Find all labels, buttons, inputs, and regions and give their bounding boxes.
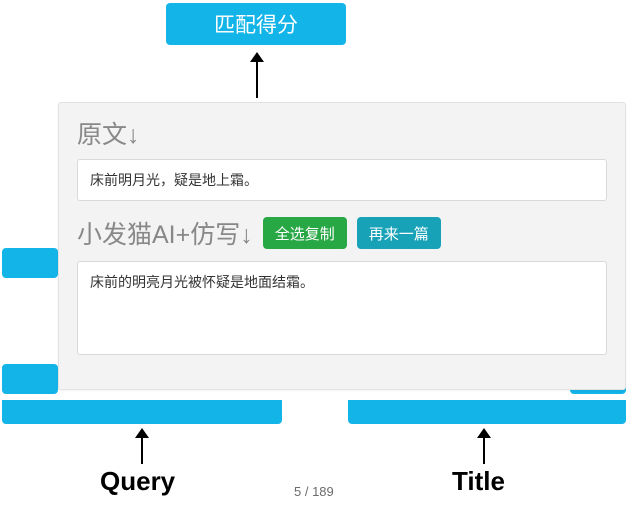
arrow-up-to-score xyxy=(250,52,264,98)
query-bar xyxy=(2,400,282,424)
rewrite-text-input[interactable]: 床前的明亮月光被怀疑是地面结霜。 xyxy=(77,261,607,355)
original-text-input[interactable]: 床前明月光，疑是地上霜。 xyxy=(77,159,607,201)
score-box: 匹配得分 xyxy=(166,3,346,45)
regenerate-button[interactable]: 再来一篇 xyxy=(357,217,441,249)
query-label: Query xyxy=(100,466,175,497)
copy-all-button[interactable]: 全选复制 xyxy=(263,217,347,249)
arrow-up-title xyxy=(477,428,491,464)
arrow-up-query xyxy=(135,428,149,464)
rewrite-card: 原文↓ 床前明月光，疑是地上霜。 小发猫AI+仿写↓ 全选复制 再来一篇 床前的… xyxy=(58,102,626,390)
title-bar xyxy=(348,400,626,424)
regenerate-label: 再来一篇 xyxy=(369,223,429,244)
score-label: 匹配得分 xyxy=(214,9,298,39)
rewrite-title-row: 小发猫AI+仿写↓ 全选复制 再来一篇 xyxy=(77,215,607,251)
copy-all-label: 全选复制 xyxy=(275,223,335,244)
original-title: 原文↓ xyxy=(77,115,607,151)
title-label: Title xyxy=(452,466,505,497)
rewrite-text: 床前的明亮月光被怀疑是地面结霜。 xyxy=(90,274,314,290)
original-text: 床前明月光，疑是地上霜。 xyxy=(90,172,258,188)
left-bracket-shape xyxy=(2,248,58,394)
rewrite-title: 小发猫AI+仿写↓ xyxy=(77,215,253,251)
page-indicator: 5 / 189 xyxy=(294,484,334,499)
